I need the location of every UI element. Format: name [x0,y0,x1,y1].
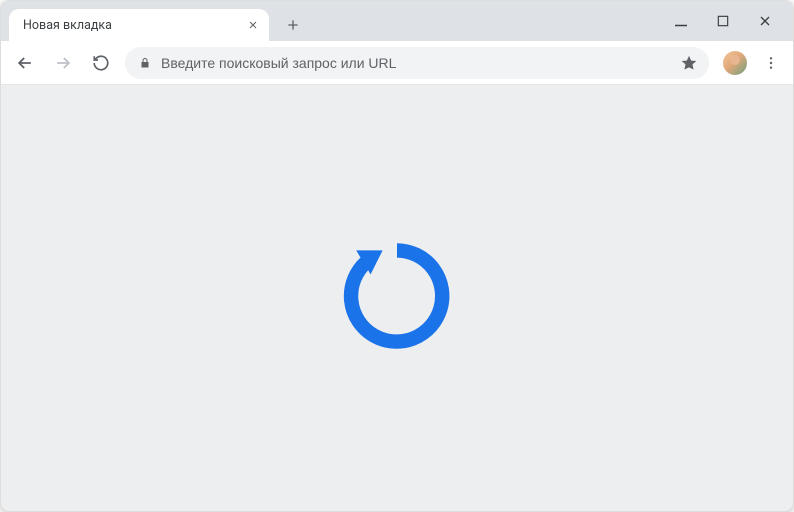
page-content [1,85,793,511]
tab[interactable]: Новая вкладка [9,9,269,41]
close-icon [247,19,259,31]
address-input[interactable] [161,55,667,71]
maximize-button[interactable] [711,9,735,33]
back-button[interactable] [11,49,39,77]
reload-button[interactable] [87,49,115,77]
bookmark-button[interactable] [677,51,701,75]
plus-icon [285,17,301,33]
browser-window: Новая вкладка [0,0,794,512]
arrow-left-icon [15,53,35,73]
tab-title: Новая вкладка [23,18,245,33]
menu-button[interactable] [759,51,783,75]
close-tab-button[interactable] [245,17,261,33]
lock-icon [139,57,151,69]
new-tab-button[interactable] [279,11,307,39]
forward-button[interactable] [49,49,77,77]
arrow-right-icon [53,53,73,73]
maximize-icon [716,14,730,28]
star-icon [680,54,698,72]
minimize-button[interactable] [669,9,693,33]
tab-strip: Новая вкладка [1,1,793,41]
profile-avatar[interactable] [723,51,747,75]
minimize-icon [672,12,690,30]
update-available-icon [337,236,457,360]
toolbar [1,41,793,85]
kebab-icon [763,55,779,71]
close-window-button[interactable] [753,9,777,33]
omnibox[interactable] [125,47,709,79]
reload-icon [92,54,110,72]
close-icon [757,13,773,29]
window-controls [669,1,787,41]
